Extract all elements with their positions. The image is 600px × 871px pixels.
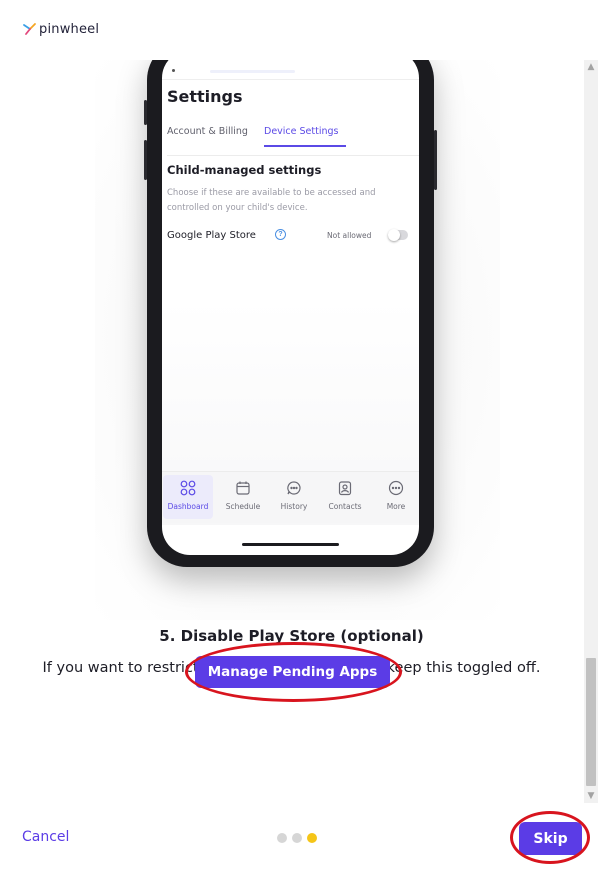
phone-mockup: Settings Account & Billing Device Settin… <box>144 60 437 567</box>
nav-label: Dashboard <box>167 502 209 511</box>
tab-device-settings[interactable]: Device Settings <box>264 126 338 137</box>
bottom-nav: Dashboard Schedule History Contacts More <box>162 471 419 523</box>
help-icon[interactable]: ? <box>275 229 286 240</box>
cancel-button[interactable]: Cancel <box>22 829 69 845</box>
phone-volume-button <box>144 140 147 180</box>
step-dot <box>292 833 302 843</box>
grid-icon <box>180 480 196 496</box>
brand-name: pinwheel <box>39 21 100 37</box>
more-icon <box>388 480 404 496</box>
nav-label: Schedule <box>225 502 261 511</box>
annotation-circle-manage <box>185 642 402 702</box>
play-store-toggle[interactable] <box>388 229 408 241</box>
section-title: Child-managed settings <box>167 163 322 177</box>
phone-mute-button <box>144 100 147 125</box>
settings-title: Settings <box>167 87 243 106</box>
contact-icon <box>338 481 352 496</box>
header-pill <box>210 70 295 73</box>
settings-tabs: Account & Billing Device Settings <box>167 126 419 156</box>
phone-screen: Settings Account & Billing Device Settin… <box>162 60 419 555</box>
nav-more[interactable]: More <box>371 475 419 519</box>
calendar-icon <box>236 481 250 495</box>
screen-header <box>162 60 419 80</box>
phone-power-button <box>434 130 437 190</box>
nav-label: Contacts <box>328 502 362 511</box>
play-store-label: Google Play Store <box>167 230 256 241</box>
home-indicator <box>242 543 339 546</box>
toggle-knob <box>388 229 400 241</box>
pinwheel-logo: pinwheel <box>22 20 99 38</box>
active-tab-indicator <box>264 145 346 147</box>
nav-contacts[interactable]: Contacts <box>320 475 370 519</box>
scrollbar[interactable]: ▲ ▼ <box>584 60 598 803</box>
header-dot <box>172 69 175 72</box>
chat-icon <box>287 481 301 495</box>
nav-label: History <box>280 502 308 511</box>
step-dot <box>277 833 287 843</box>
play-store-status: Not allowed <box>327 231 372 240</box>
nav-schedule[interactable]: Schedule <box>218 475 268 519</box>
step-indicator <box>277 833 317 843</box>
scroll-up-icon[interactable]: ▲ <box>584 60 598 74</box>
scrollbar-thumb[interactable] <box>586 658 596 786</box>
section-description: Choose if these are available to be acce… <box>167 188 376 213</box>
step-dot-active <box>307 833 317 843</box>
scroll-down-icon[interactable]: ▼ <box>584 789 598 803</box>
annotation-circle-skip <box>510 811 590 864</box>
nav-history[interactable]: History <box>269 475 319 519</box>
nav-label: More <box>386 502 406 511</box>
pinwheel-logo-icon <box>23 23 36 35</box>
tab-account-billing[interactable]: Account & Billing <box>167 126 248 137</box>
nav-dashboard[interactable]: Dashboard <box>163 475 213 519</box>
